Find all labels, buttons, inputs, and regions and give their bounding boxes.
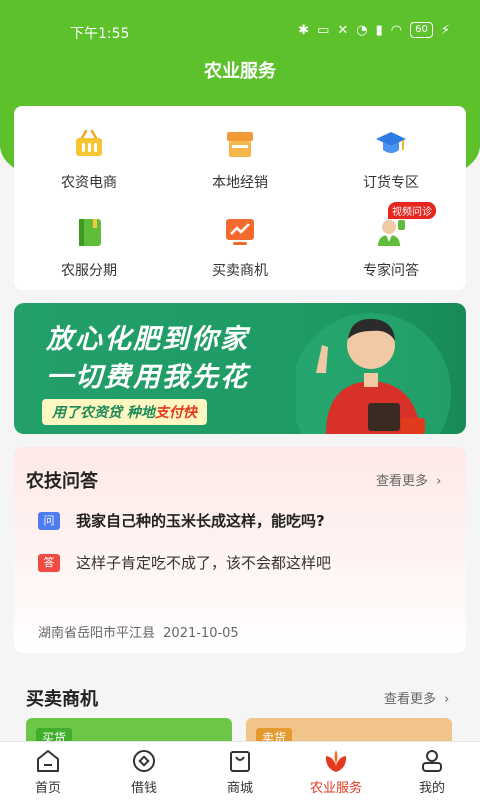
service-dinghuo-zhuanqu[interactable]: 订货专区: [316, 128, 466, 192]
banner-tag: 用了农资贷 种地支付快: [42, 399, 207, 425]
service-label: 农服分期: [61, 263, 117, 279]
service-label: 订货专区: [363, 175, 419, 191]
answer-text: 这样子肯定吃不成了，该不会都这样吧: [76, 554, 332, 572]
battery-icon: 60: [410, 22, 433, 38]
signal-icon: ▮: [375, 22, 383, 38]
service-label: 买卖商机: [212, 263, 268, 279]
services-card: 农资电商 本地经销 订货专区 农服分期 买卖商机 视频问诊 专家问答: [14, 106, 466, 290]
qa-more-label: 查看更多: [376, 474, 429, 489]
user-icon: [419, 748, 445, 774]
money-icon: [131, 748, 157, 774]
qa-card[interactable]: 农技问答 查看更多 › 问 我家自己种的玉米长成这样，能吃吗? 答 这样子肯定吃…: [14, 447, 466, 653]
service-label: 专家问答: [363, 263, 419, 279]
tab-label: 借钱: [130, 781, 157, 796]
page-title: 农业服务: [204, 61, 276, 82]
vibrate-icon: ▭: [317, 22, 330, 38]
mute-icon: ✕: [337, 22, 349, 38]
banner-tag-highlight: 支付快: [154, 405, 197, 421]
service-label: 农资电商: [61, 175, 117, 191]
service-nongfu-fenqi[interactable]: 农服分期: [14, 216, 164, 280]
chevron-right-icon: ›: [444, 692, 450, 707]
status-icons: ✱ ▭ ✕ ◔ ▮ ◠ 60 ⚡: [298, 22, 450, 38]
chevron-right-icon: ›: [436, 474, 442, 489]
tab-label: 首页: [34, 781, 61, 796]
tab-mine[interactable]: 我的: [384, 748, 480, 796]
banner-line1: 放心化肥到你家: [46, 324, 249, 355]
status-bar: 下午1:55 ✱ ▭ ✕ ◔ ▮ ◠ 60 ⚡: [0, 18, 480, 46]
store-icon: [224, 128, 256, 160]
graduation-cap-icon: [375, 128, 407, 160]
qa-title: 农技问答: [26, 471, 98, 492]
tab-agri-service[interactable]: 农业服务: [288, 748, 384, 796]
bottom-tab-bar: 首页 借钱 商城 农业服务 我的: [0, 741, 480, 800]
expert-icon: [375, 216, 407, 248]
bluetooth-icon: ✱: [298, 22, 310, 38]
trend-chart-icon: [224, 216, 256, 248]
book-icon: [73, 216, 105, 248]
qa-more-link[interactable]: 查看更多 ›: [376, 470, 441, 489]
tab-borrow[interactable]: 借钱: [96, 748, 192, 796]
banner-line2: 一切费用我先花: [46, 362, 249, 393]
answer-badge: 答: [38, 554, 60, 572]
promo-banner[interactable]: 放心化肥到你家 一切费用我先花 用了农资贷 种地支付快: [14, 303, 466, 434]
service-maimai-shangji[interactable]: 买卖商机: [165, 216, 315, 280]
service-bendi-jingxiao[interactable]: 本地经销: [165, 128, 315, 192]
status-time: 下午1:55: [70, 26, 130, 42]
qa-location: 湖南省岳阳市平江县: [38, 626, 156, 641]
leaf-icon: [323, 748, 349, 774]
home-icon: [35, 748, 61, 774]
charging-icon: ⚡: [440, 22, 450, 38]
trade-more-link[interactable]: 查看更多 ›: [384, 688, 449, 707]
trade-title: 买卖商机: [26, 689, 98, 710]
qa-meta: 湖南省岳阳市平江县 2021-10-05: [38, 622, 239, 641]
basket-icon: [73, 128, 105, 160]
qa-date: 2021-10-05: [163, 626, 239, 641]
tab-label: 农业服务: [309, 781, 362, 796]
tab-mall[interactable]: 商城: [192, 748, 288, 796]
shop-bag-icon: [227, 748, 253, 774]
wifi-icon: ◠: [390, 22, 403, 38]
service-label: 本地经销: [212, 175, 268, 191]
service-nongzi-dianshang[interactable]: 农资电商: [14, 128, 164, 192]
tab-label: 商城: [226, 781, 253, 796]
tab-home[interactable]: 首页: [0, 748, 96, 796]
banner-character-illustration: [291, 303, 466, 434]
question-badge: 问: [38, 512, 60, 530]
banner-tag-prefix: 用了农资贷 种地: [52, 405, 155, 421]
alarm-icon: ◔: [356, 22, 368, 38]
tab-label: 我的: [418, 781, 445, 796]
service-zhuanjia-wenda[interactable]: 视频问诊 专家问答: [316, 202, 466, 280]
trade-more-label: 查看更多: [384, 692, 437, 707]
question-text[interactable]: 我家自己种的玉米长成这样，能吃吗?: [76, 510, 325, 531]
